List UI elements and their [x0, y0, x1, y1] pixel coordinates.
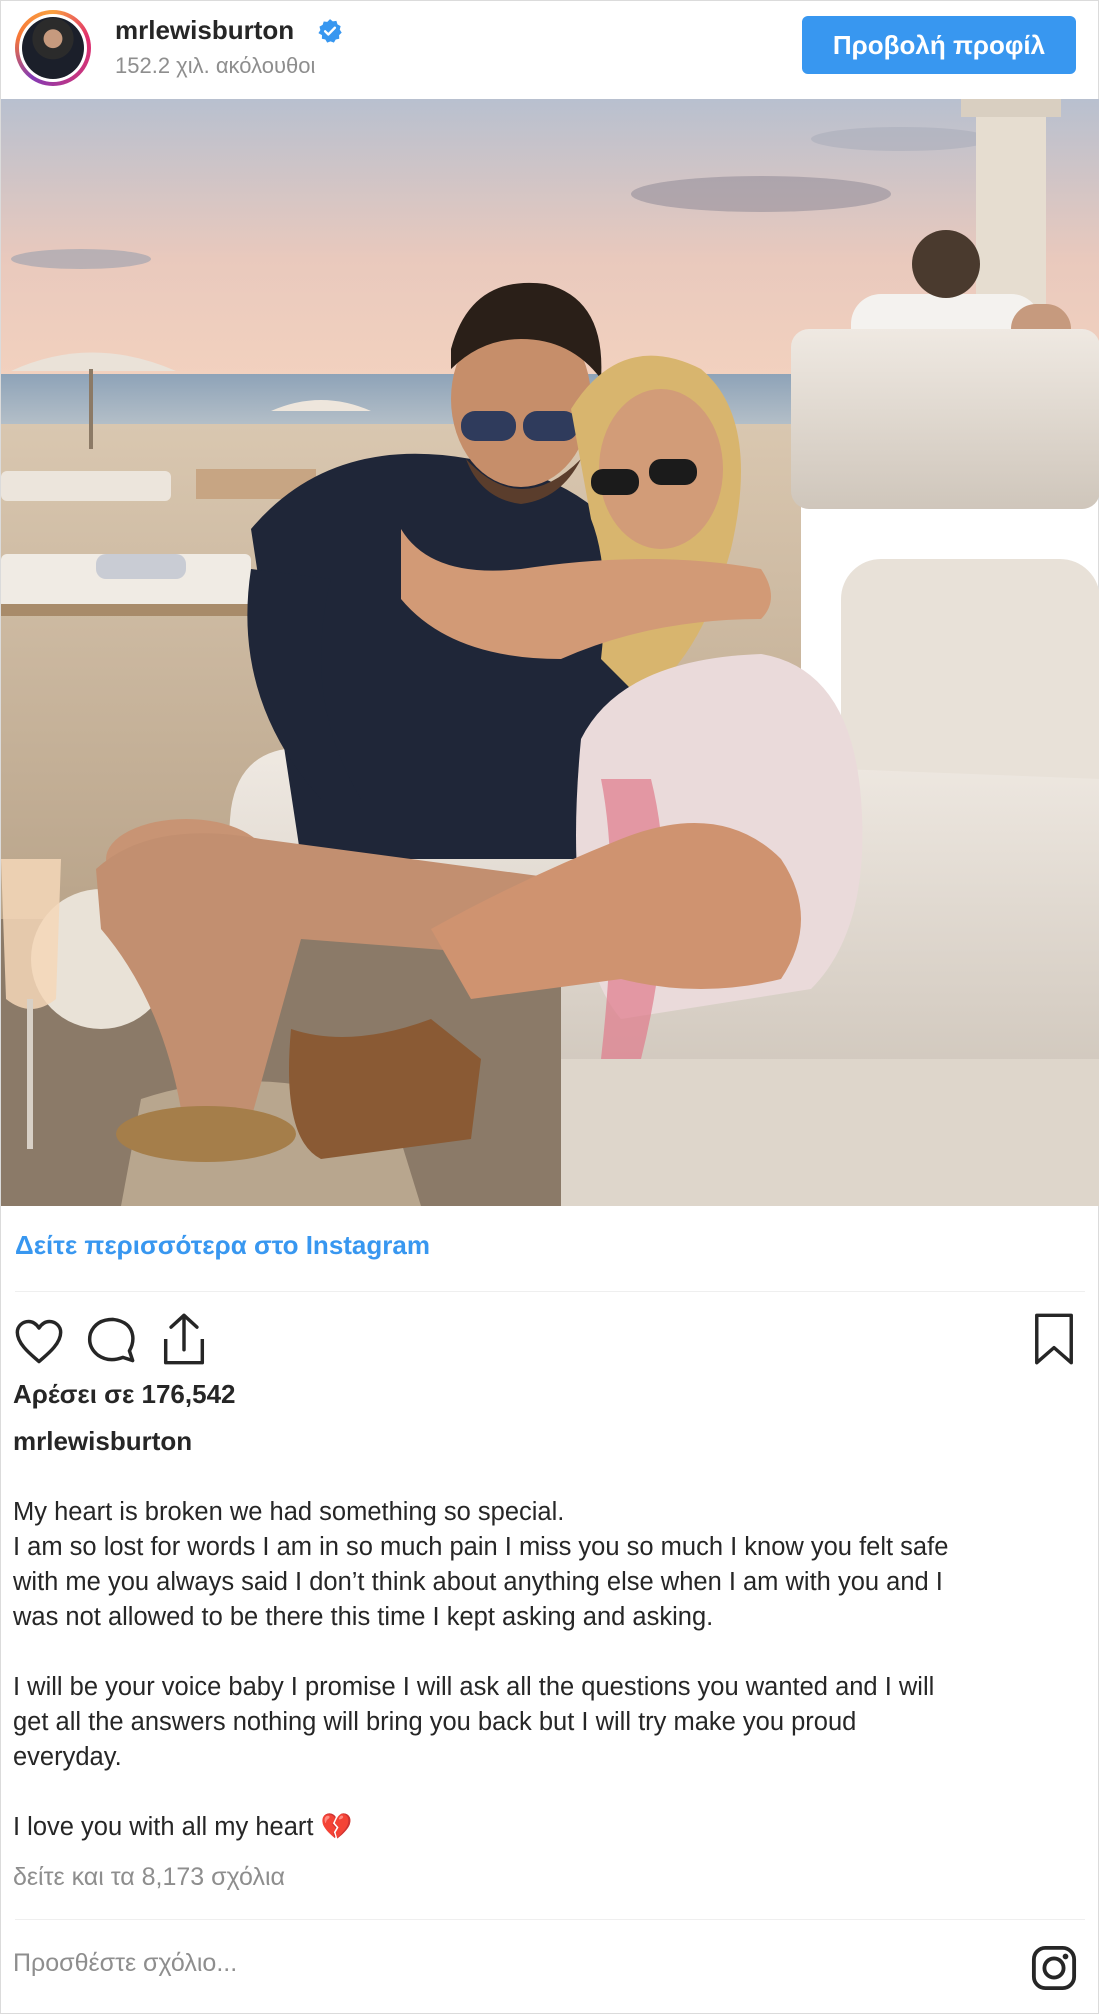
instagram-logo-icon[interactable]	[1031, 1945, 1077, 1991]
follower-count: 152.2 χιλ. ακόλουθοι	[115, 53, 316, 78]
instagram-embed-card: mrlewisburton 152.2 χιλ. ακόλουθοι Προβο…	[0, 0, 1099, 2014]
post-photo-image	[1, 99, 1099, 1206]
verified-badge-icon	[318, 19, 342, 43]
view-profile-button[interactable]: Προβολή προφίλ	[802, 16, 1076, 74]
caption-text: My heart is broken we had something so s…	[13, 1498, 949, 1841]
post-header: mrlewisburton 152.2 χιλ. ακόλουθοι Προβο…	[1, 1, 1098, 99]
like-count[interactable]: Αρέσει σε 176,542	[13, 1379, 236, 1410]
divider	[15, 1291, 1085, 1292]
post-photo[interactable]	[1, 99, 1099, 1206]
view-comments-link[interactable]: δείτε και τα 8,173 σχόλια	[13, 1863, 285, 1892]
bookmark-icon[interactable]	[1032, 1311, 1076, 1367]
share-icon[interactable]	[159, 1311, 209, 1367]
comment-icon[interactable]	[85, 1314, 137, 1366]
caption-username[interactable]: mrlewisburton	[13, 1426, 192, 1457]
header-username[interactable]: mrlewisburton	[115, 15, 294, 46]
add-comment-input[interactable]: Προσθέστε σχόλιο...	[13, 1949, 237, 1978]
see-more-instagram-link[interactable]: Δείτε περισσότερα στο Instagram	[15, 1230, 430, 1261]
avatar[interactable]	[15, 10, 91, 86]
divider	[15, 1919, 1085, 1920]
heart-icon[interactable]	[13, 1317, 65, 1365]
